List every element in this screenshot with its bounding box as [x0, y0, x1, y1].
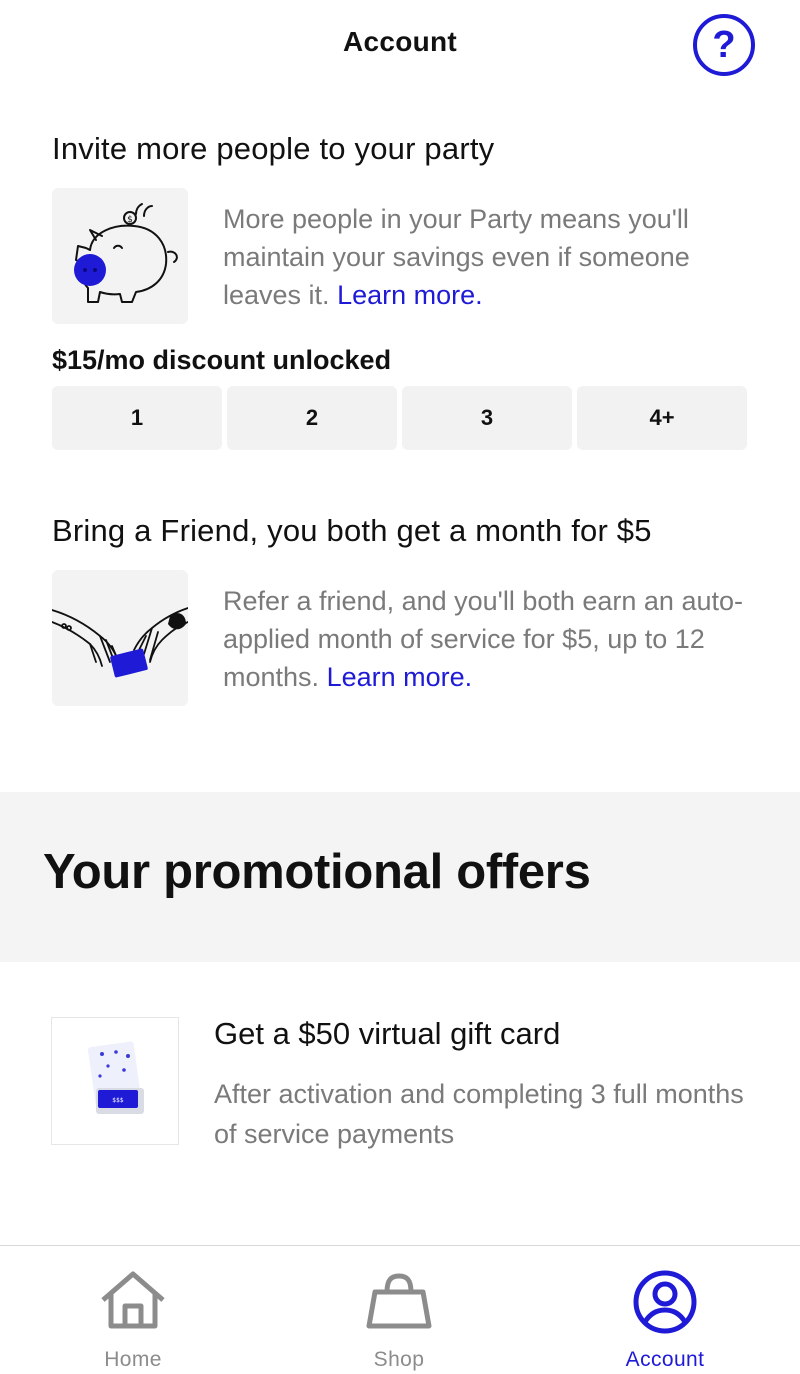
- nav-item-account[interactable]: Account: [532, 1246, 798, 1374]
- referral-description-text: Refer a friend, and you'll both earn an …: [223, 586, 743, 692]
- party-size-option-4-plus[interactable]: 4+: [577, 386, 747, 450]
- referral-description: Refer a friend, and you'll both earn an …: [223, 582, 763, 696]
- gift-card-icon[interactable]: $$$: [51, 1017, 179, 1145]
- invite-title: Invite more people to your party: [52, 131, 495, 166]
- party-size-selector: 1 2 3 4+: [52, 386, 747, 450]
- nav-label-shop: Shop: [373, 1348, 425, 1371]
- nav-label-account: Account: [625, 1348, 705, 1371]
- svg-text:$: $: [127, 215, 133, 225]
- svg-text:$$$: $$$: [112, 1097, 124, 1104]
- page-title: Account: [342, 26, 458, 57]
- invite-description: More people in your Party means you'll m…: [223, 200, 763, 314]
- offer-description: After activation and completing 3 full m…: [214, 1079, 744, 1149]
- shopping-bag-icon: [366, 1273, 432, 1329]
- piggy-bank-icon: $: [52, 188, 188, 324]
- invite-learn-more-link[interactable]: Learn more.: [337, 280, 483, 310]
- app-header: Account ?: [0, 0, 800, 90]
- help-button[interactable]: ?: [693, 14, 755, 76]
- offer-title[interactable]: Get a $50 virtual gift card: [214, 1016, 560, 1052]
- user-circle-icon: [633, 1270, 697, 1334]
- party-size-option-3[interactable]: 3: [402, 386, 572, 450]
- bottom-navigation: Home Shop Account: [0, 1245, 800, 1374]
- question-circle-icon: ?: [712, 24, 736, 66]
- referral-title: Bring a Friend, you both get a month for…: [52, 513, 652, 548]
- party-size-option-2[interactable]: 2: [227, 386, 397, 450]
- promotions-header: Your promotional offers: [0, 792, 800, 962]
- home-icon: [101, 1271, 165, 1329]
- party-size-option-1[interactable]: 1: [52, 386, 222, 450]
- nav-item-shop[interactable]: Shop: [266, 1246, 532, 1374]
- nav-item-home[interactable]: Home: [0, 1246, 266, 1374]
- referral-learn-more-link[interactable]: Learn more.: [327, 662, 473, 692]
- promotions-title: Your promotional offers: [43, 845, 591, 899]
- hands-passing-card-icon: [52, 570, 188, 706]
- discount-label: $15/mo discount unlocked: [52, 345, 392, 375]
- nav-label-home: Home: [104, 1348, 162, 1371]
